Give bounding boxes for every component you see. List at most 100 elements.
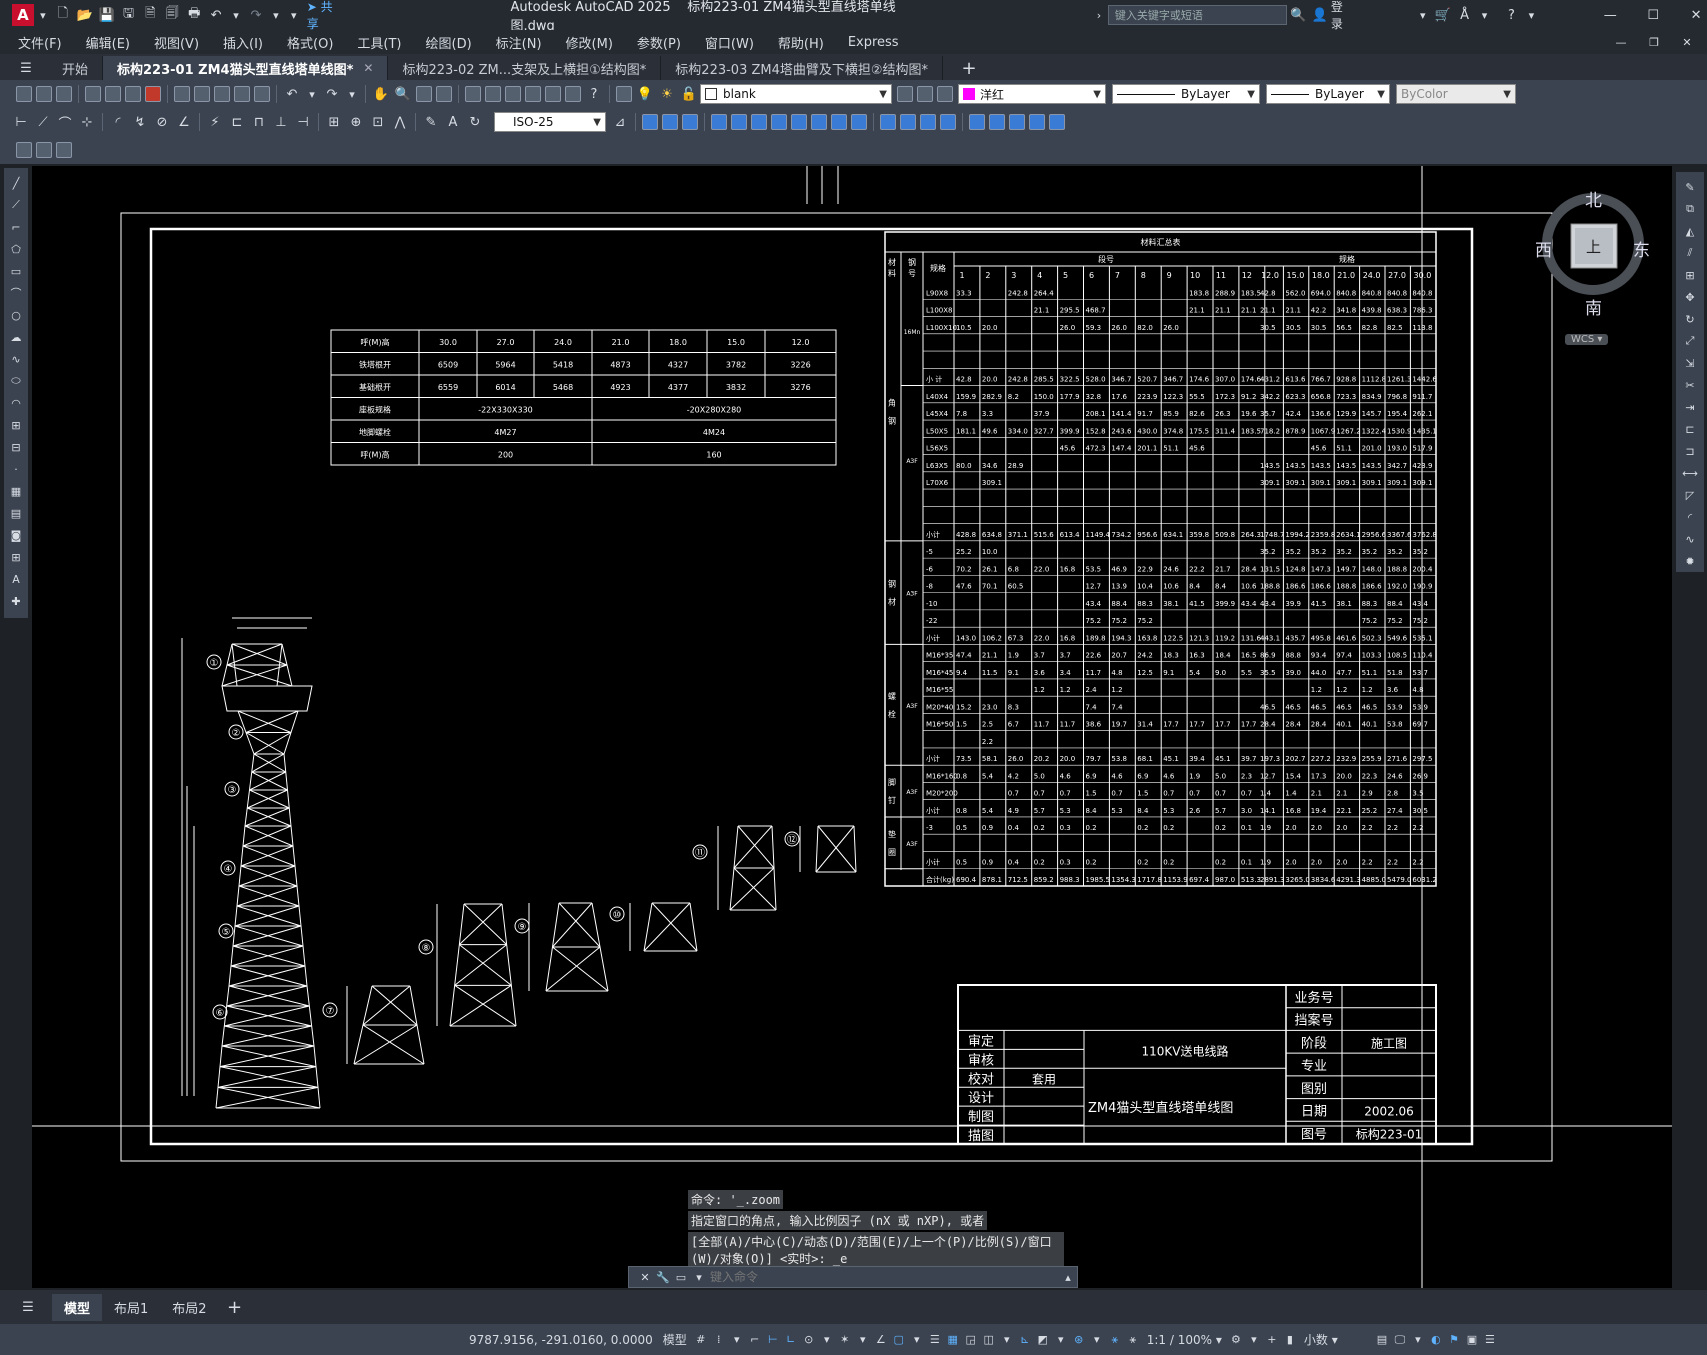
search-input[interactable]: 键入关键字或短语 bbox=[1107, 5, 1288, 25]
grid-icon[interactable]: # bbox=[693, 1330, 709, 1350]
mirror-icon[interactable]: ◭ bbox=[1682, 221, 1698, 241]
fillet-icon[interactable]: ◜ bbox=[1682, 507, 1698, 527]
continue-dim-icon[interactable]: ⊓ bbox=[249, 112, 269, 132]
layer-tool-10-icon[interactable] bbox=[831, 114, 847, 130]
tab-drawing-3[interactable]: 标构223-03 ZM4塔曲臂及下横担②结构图* bbox=[661, 56, 944, 80]
snap-dropdown-icon[interactable]: ▾ bbox=[729, 1330, 745, 1350]
layer-lock-icon[interactable]: 🔓 bbox=[679, 84, 699, 104]
layer-tool-11-icon[interactable] bbox=[851, 114, 867, 130]
save-web-icon[interactable]: 🗐 bbox=[162, 5, 182, 25]
mtext-icon[interactable]: A bbox=[8, 569, 24, 589]
blend-curves-icon[interactable]: ∿ bbox=[1682, 529, 1698, 549]
lineweight-icon[interactable]: ☰ bbox=[927, 1330, 943, 1350]
gradient-icon[interactable]: ▤ bbox=[8, 503, 24, 523]
autocad-logo[interactable]: A bbox=[12, 4, 34, 26]
transparency-icon[interactable]: ▦ bbox=[945, 1330, 961, 1350]
add-layout-icon[interactable]: + bbox=[225, 1297, 245, 1318]
object-snap-icon[interactable]: ▢ bbox=[891, 1330, 907, 1350]
calculator-icon[interactable] bbox=[565, 86, 581, 102]
offset-icon[interactable]: ⫽ bbox=[1682, 243, 1698, 263]
linetype-dropdown[interactable]: ByLayer ▼ bbox=[1112, 84, 1260, 104]
radius-dim-icon[interactable]: ◜ bbox=[108, 112, 128, 132]
lock-ui-dropdown-icon[interactable]: ▾ bbox=[1410, 1330, 1426, 1350]
app-menu-chevron-icon[interactable]: ▾ bbox=[35, 5, 51, 25]
customize-qat-icon[interactable]: ▾ bbox=[286, 5, 302, 25]
layer-tool-20-icon[interactable] bbox=[1049, 114, 1065, 130]
login-button[interactable]: 登录 bbox=[1331, 0, 1355, 32]
explode-icon[interactable]: ✹ bbox=[1682, 551, 1698, 571]
scale-icon[interactable]: ⤢ bbox=[1682, 331, 1698, 351]
menu-express[interactable]: Express bbox=[836, 35, 911, 50]
dimstyle-dropdown[interactable]: ISO-25 ▼ bbox=[494, 112, 606, 132]
layer-tool-8-icon[interactable] bbox=[791, 114, 807, 130]
ellipse-icon[interactable]: ⬭ bbox=[8, 371, 24, 391]
redo-icon[interactable]: ↷ bbox=[246, 5, 266, 25]
extend-icon[interactable]: ⇥ bbox=[1682, 397, 1698, 417]
tool-palettes-icon[interactable] bbox=[505, 86, 521, 102]
stretch-icon[interactable]: ⇲ bbox=[1682, 353, 1698, 373]
make-current-icon[interactable] bbox=[897, 86, 913, 102]
3d-osnap-icon[interactable]: ◫ bbox=[981, 1330, 997, 1350]
dim-text-edit-icon[interactable]: A bbox=[443, 112, 463, 132]
new-file-icon[interactable]: 🗋 bbox=[53, 5, 73, 25]
publish-icon[interactable] bbox=[125, 86, 141, 102]
chamfer-icon[interactable]: ◸ bbox=[1682, 485, 1698, 505]
gizmo-icon[interactable]: ⊛ bbox=[1071, 1330, 1087, 1350]
dim-space-icon[interactable]: ⊥ bbox=[271, 112, 291, 132]
cut-icon[interactable] bbox=[174, 86, 190, 102]
region-icon[interactable]: ◙ bbox=[8, 525, 24, 545]
layer-freeze-icon[interactable]: ☀ bbox=[657, 84, 677, 104]
new-icon[interactable] bbox=[16, 86, 32, 102]
doc-restore-icon[interactable]: ❐ bbox=[1646, 32, 1662, 52]
spline-icon[interactable]: ∿ bbox=[8, 349, 24, 369]
drawing-canvas[interactable]: 呼(M)高 30.0 27.0 24.0 21.0 18.0 15.0 12.0 铁塔根开 650… bbox=[32, 166, 1672, 1288]
layer-tool-7-icon[interactable] bbox=[771, 114, 787, 130]
quick-properties-icon[interactable]: ▤ bbox=[1374, 1330, 1390, 1350]
clean-screen-icon[interactable]: ▣ bbox=[1464, 1330, 1480, 1350]
array-icon[interactable]: ⊞ bbox=[1682, 265, 1698, 285]
baseline-dim-icon[interactable]: ⊏ bbox=[227, 112, 247, 132]
new-tab-plus-icon[interactable]: + bbox=[959, 58, 979, 79]
hatch-icon[interactable]: ▦ bbox=[8, 481, 24, 501]
help-tool-icon[interactable]: ? bbox=[584, 84, 604, 104]
login-dropdown-icon[interactable]: ▾ bbox=[1415, 5, 1431, 25]
aligned-dim-icon[interactable]: ⟋ bbox=[33, 112, 53, 132]
units-dropdown[interactable]: 小数 ▾ bbox=[1299, 1331, 1373, 1348]
wipeout-icon[interactable] bbox=[56, 142, 72, 158]
command-close-icon[interactable]: ✕ bbox=[637, 1267, 653, 1287]
save-as-icon[interactable]: 🖫 bbox=[119, 5, 139, 25]
dim-edit-icon[interactable]: ✎ bbox=[421, 112, 441, 132]
diameter-dim-icon[interactable]: ⊘ bbox=[152, 112, 172, 132]
autodesk-account-icon[interactable]: Å bbox=[1455, 5, 1475, 25]
jogged-linear-icon[interactable]: ⋀ bbox=[390, 112, 410, 132]
linear-dim-icon[interactable]: ⊢ bbox=[11, 112, 31, 132]
inspect-icon[interactable]: ⊡ bbox=[368, 112, 388, 132]
viewcube[interactable]: 北 南 东 西 上 WCS ▾ bbox=[1535, 186, 1655, 345]
lineweight-dropdown[interactable]: ByLayer ▼ bbox=[1266, 84, 1390, 104]
tab-drawing-2[interactable]: 标构223-02 ZM...支架及上横担①结构图* bbox=[388, 56, 662, 80]
compass-west[interactable]: 西 bbox=[1535, 236, 1552, 261]
insert-image-icon[interactable] bbox=[36, 142, 52, 158]
polygon-icon[interactable]: ⬠ bbox=[8, 239, 24, 259]
undo-tool-icon[interactable]: ↶ bbox=[282, 84, 302, 104]
wcs-menu[interactable]: WCS ▾ bbox=[1565, 334, 1609, 345]
menu-file[interactable]: 文件(F) bbox=[6, 33, 74, 52]
gizmo-dropdown-icon[interactable]: ▾ bbox=[1089, 1330, 1105, 1350]
layer-tool-6-icon[interactable] bbox=[751, 114, 767, 130]
join-icon[interactable]: ⟷ bbox=[1682, 463, 1698, 483]
cart-icon[interactable]: 🛒 bbox=[1433, 5, 1453, 25]
dynamic-input-icon[interactable]: ⊢ bbox=[765, 1330, 781, 1350]
3d-osnap-dropdown-icon[interactable]: ▾ bbox=[999, 1330, 1015, 1350]
customization-icon[interactable]: ☰ bbox=[1482, 1330, 1498, 1350]
units-icon[interactable]: ▮ bbox=[1282, 1330, 1298, 1350]
layer-tool-9-icon[interactable] bbox=[811, 114, 827, 130]
break-icon[interactable]: ⊐ bbox=[1682, 441, 1698, 461]
jogged-dim-icon[interactable]: ↯ bbox=[130, 112, 150, 132]
preview-icon[interactable] bbox=[105, 86, 121, 102]
coordinates-readout[interactable]: 9787.9156, -291.0160, 0.0000 bbox=[464, 1333, 658, 1347]
dim-update-icon[interactable]: ↻ bbox=[465, 112, 485, 132]
ortho-icon[interactable]: ∟ bbox=[783, 1330, 799, 1350]
angular-dim-icon[interactable]: ∠ bbox=[174, 112, 194, 132]
arc-length-icon[interactable]: ⌒ bbox=[55, 112, 75, 132]
selection-cycling-icon[interactable]: ◲ bbox=[963, 1330, 979, 1350]
